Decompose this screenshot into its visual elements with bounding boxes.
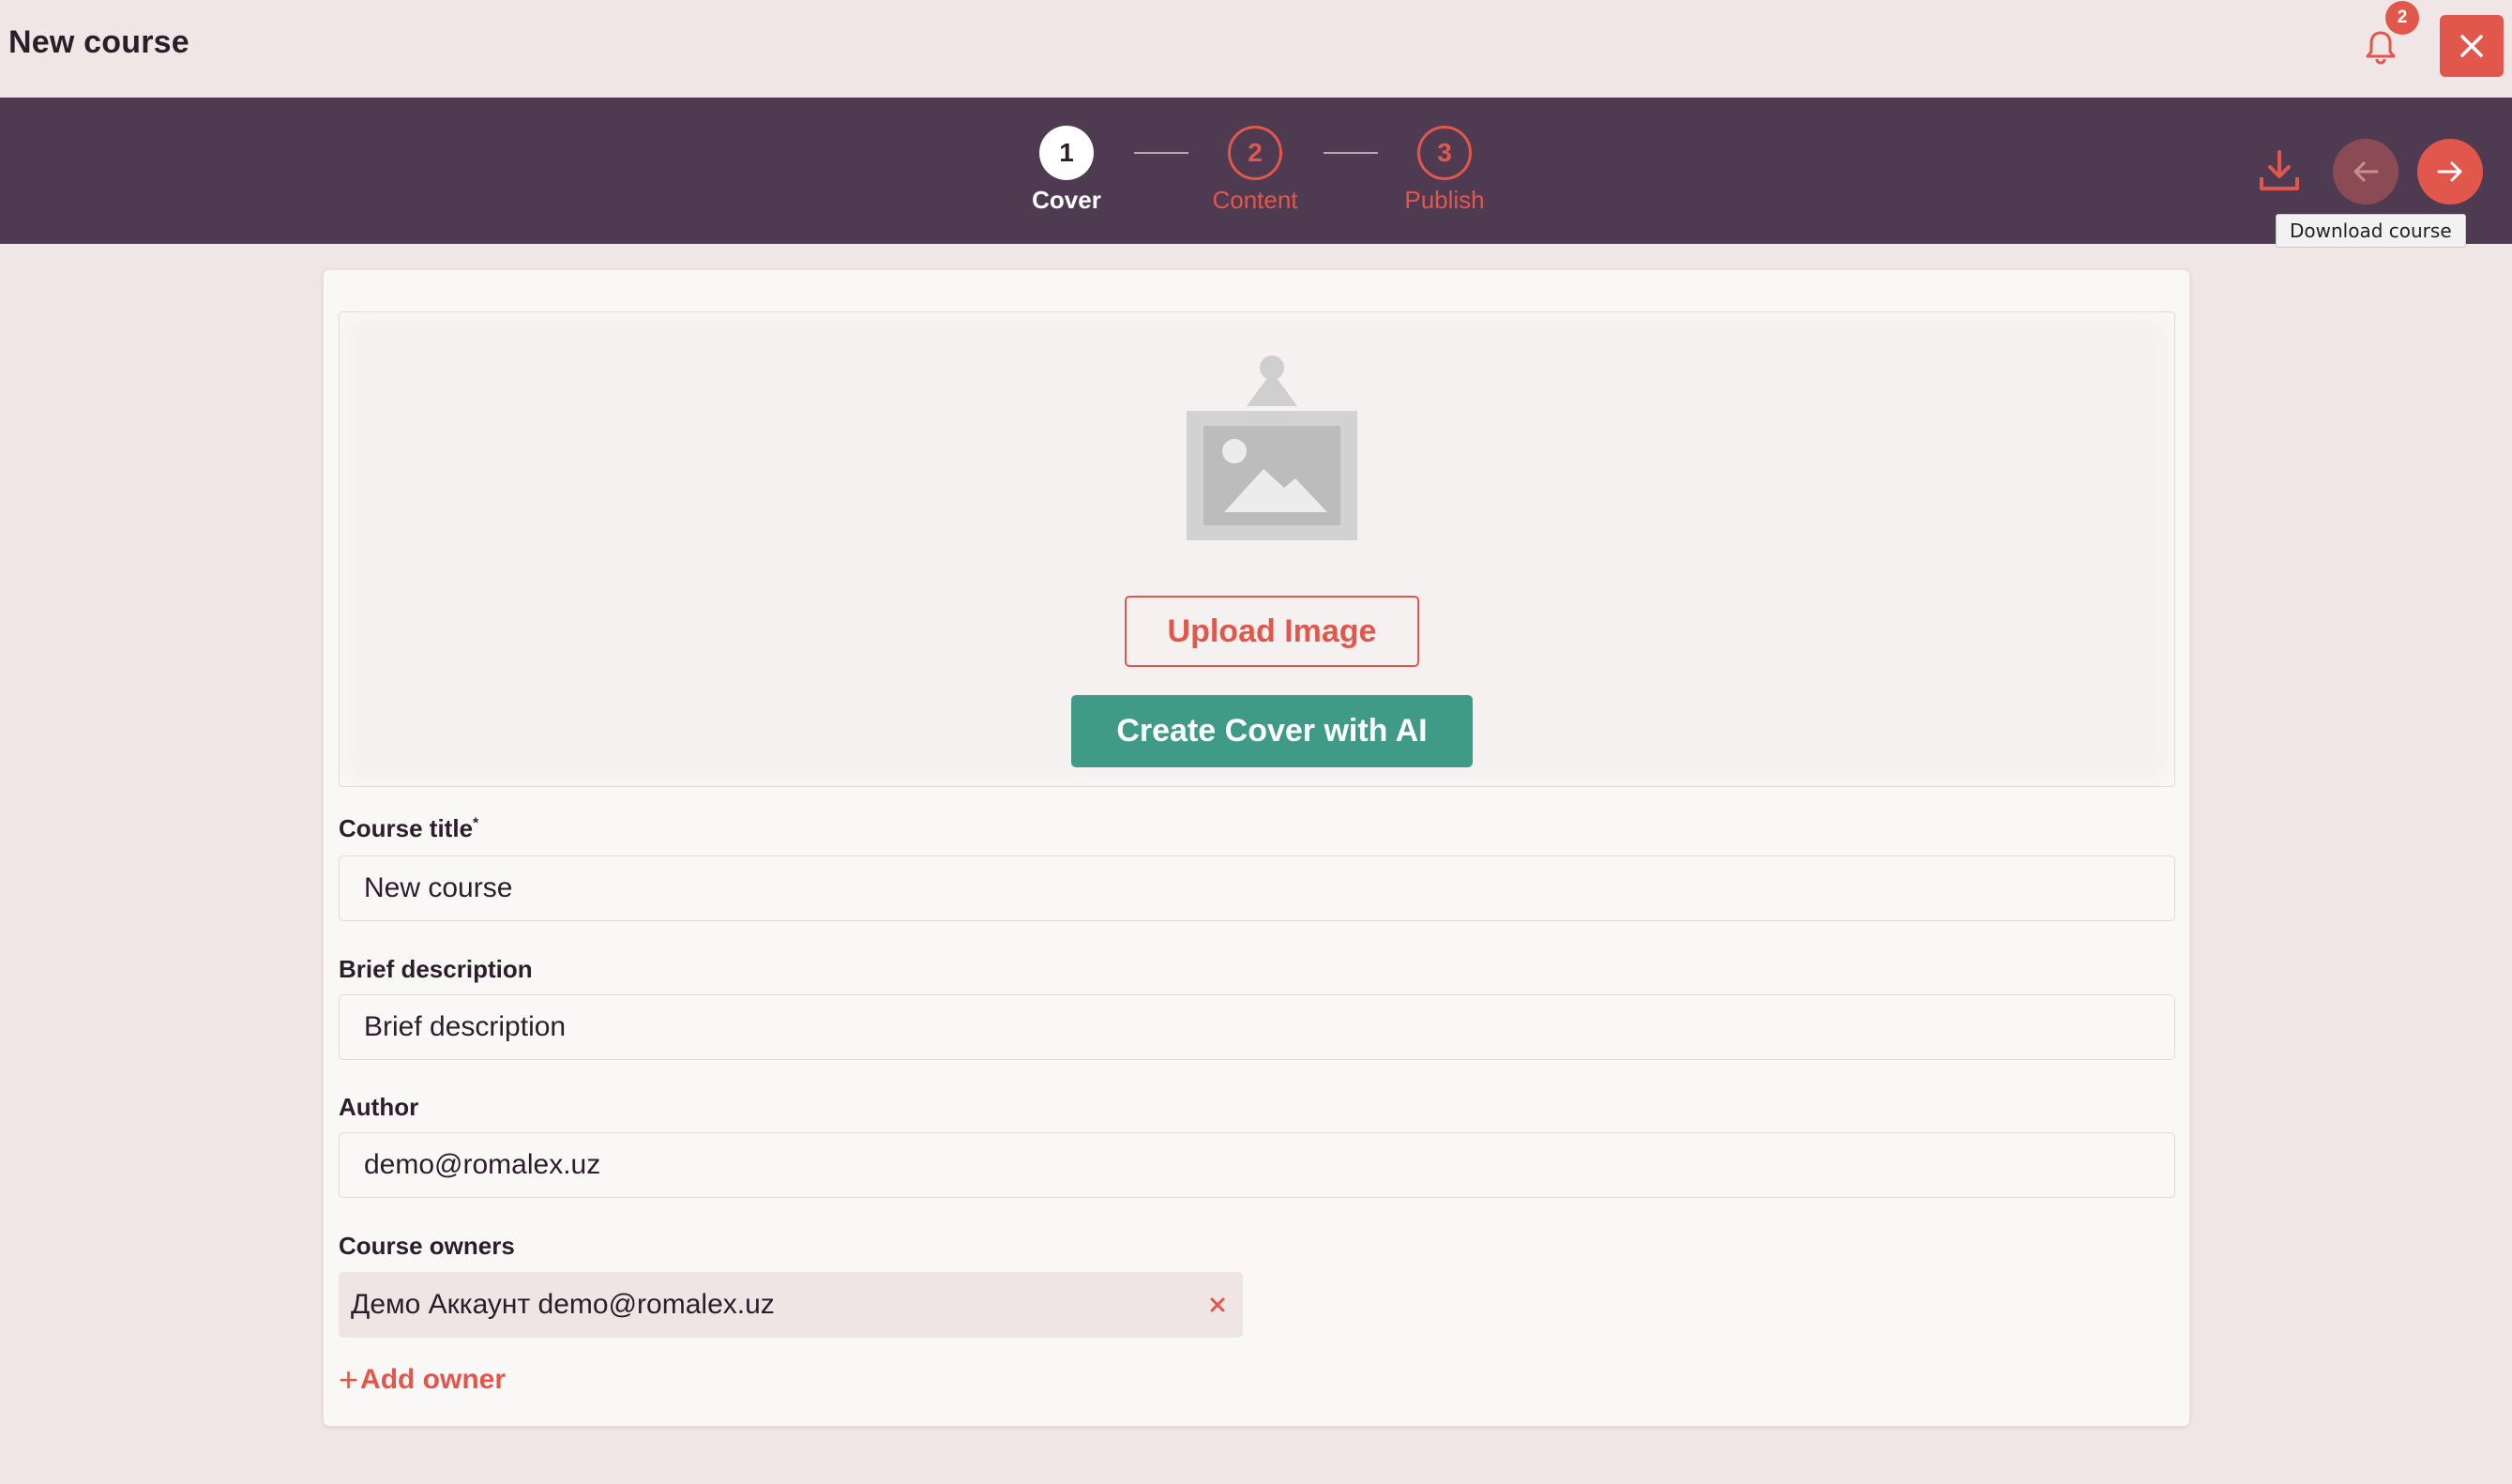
bell-icon[interactable] — [2364, 28, 2398, 66]
close-button[interactable] — [2440, 15, 2504, 77]
required-mark: * — [473, 815, 479, 832]
owner-chip: Демо Аккаунт demo@romalex.uz — [339, 1272, 1243, 1338]
previous-step-button[interactable] — [2333, 139, 2399, 204]
arrow-right-icon — [2437, 161, 2462, 182]
description-input[interactable]: Brief description — [339, 994, 2175, 1060]
x-icon — [1210, 1297, 1225, 1312]
close-icon — [2460, 35, 2483, 57]
page-title: New course — [8, 24, 189, 60]
course-title-label: Course title* — [339, 814, 478, 843]
step-publish[interactable]: 3 Publish — [1369, 126, 1520, 215]
cover-dropzone[interactable]: Upload Image Create Cover with AI — [339, 311, 2175, 787]
next-step-button[interactable] — [2417, 139, 2483, 204]
owner-chip-text: Демо Аккаунт demo@romalex.uz — [351, 1289, 775, 1320]
add-owner-button[interactable]: + Add owner — [339, 1360, 507, 1399]
step-content[interactable]: 2 Content — [1180, 126, 1330, 215]
add-owner-label: Add owner — [360, 1364, 507, 1395]
author-input[interactable]: demo@romalex.uz — [339, 1132, 2175, 1198]
course-title-input[interactable]: New course — [339, 856, 2175, 921]
course-title-label-text: Course title — [339, 814, 474, 842]
image-placeholder-icon — [1187, 355, 1357, 542]
download-icon — [2260, 150, 2299, 190]
step-label: Cover — [1032, 186, 1101, 214]
step-number: 3 — [1417, 126, 1472, 180]
description-label: Brief description — [339, 955, 533, 983]
create-cover-ai-button[interactable]: Create Cover with AI — [1071, 695, 1473, 767]
stepper-bar: 1 Cover 2 Content 3 Publish — [0, 98, 2512, 244]
notification-badge: 2 — [2385, 1, 2419, 35]
upload-image-button[interactable]: Upload Image — [1125, 596, 1419, 667]
download-tooltip: Download course — [2276, 214, 2466, 248]
arrow-left-icon — [2353, 161, 2379, 182]
course-form-card: Upload Image Create Cover with AI Course… — [324, 270, 2189, 1426]
author-label: Author — [339, 1093, 419, 1121]
step-label: Content — [1212, 186, 1298, 214]
top-bar: New course 2 — [0, 0, 2512, 98]
step-label: Publish — [1404, 186, 1485, 214]
course-owners-label: Course owners — [339, 1232, 515, 1260]
download-button[interactable] — [2253, 144, 2306, 197]
step-cover[interactable]: 1 Cover — [991, 126, 1142, 215]
remove-owner-button[interactable] — [1205, 1293, 1230, 1317]
step-number: 1 — [1039, 126, 1094, 180]
step-number: 2 — [1228, 126, 1282, 180]
plus-icon: + — [339, 1360, 359, 1399]
